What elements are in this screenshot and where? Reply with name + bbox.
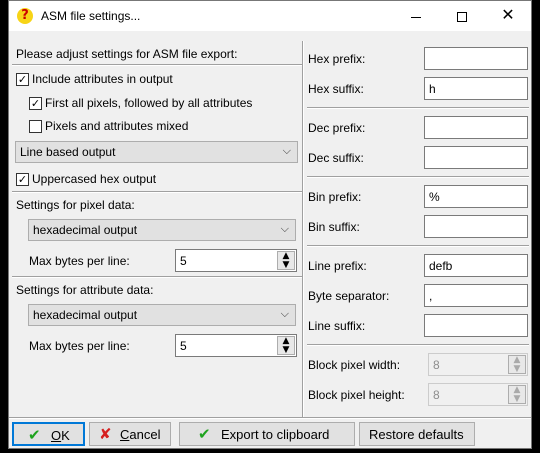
hex-prefix-value[interactable] (425, 48, 527, 69)
divider (307, 344, 529, 346)
uppercased-checkbox[interactable]: ✓ (16, 173, 29, 186)
output-mode-select[interactable]: Line based output ⌵ (15, 141, 298, 163)
bin-prefix-input[interactable] (424, 185, 528, 208)
hex-prefix-label: Hex prefix: (308, 52, 366, 66)
chevron-down-icon: ⌵ (280, 307, 289, 320)
close-button[interactable]: ✕ (485, 1, 531, 31)
divider (307, 107, 529, 109)
bin-suffix-label: Bin suffix: (308, 220, 360, 234)
vertical-divider (302, 41, 304, 418)
check-icon: ✔ (198, 425, 211, 443)
divider (9, 417, 531, 419)
divider (307, 245, 529, 247)
spin-stepper-icon[interactable]: ▲ ▼ (277, 251, 295, 270)
hex-prefix-input[interactable] (424, 47, 528, 70)
pixel-max-label: Max bytes per line: (29, 254, 130, 268)
title-bar: ? ASM file settings... ✕ (9, 1, 531, 31)
minimize-icon (411, 16, 421, 18)
check-icon: ✔ (28, 426, 41, 444)
attr-format-value: hexadecimal output (33, 308, 138, 322)
export-clipboard-button[interactable]: ✔ Export to clipboard (179, 422, 355, 446)
block-height-label: Block pixel height: (308, 388, 405, 402)
mixed-label: Pixels and attributes mixed (45, 119, 189, 133)
export-label: Export to clipboard (221, 427, 330, 442)
intro-label: Please adjust settings for ASM file expo… (16, 47, 238, 61)
cross-icon: ✘ (99, 425, 112, 443)
line-prefix-label: Line prefix: (308, 259, 367, 273)
attr-section-label: Settings for attribute data: (16, 283, 154, 297)
attr-max-bytes-input[interactable]: ▲▼ (175, 334, 297, 357)
spin-stepper-icon: ▲ ▼ (508, 355, 526, 374)
divider (12, 191, 302, 193)
dec-prefix-input[interactable] (424, 116, 528, 139)
block-height-input[interactable]: ▲▼ (428, 383, 528, 406)
line-suffix-label: Line suffix: (308, 319, 366, 333)
bin-prefix-value[interactable] (425, 186, 527, 207)
dec-suffix-value[interactable] (425, 147, 527, 168)
hex-suffix-label: Hex suffix: (308, 82, 364, 96)
restore-label: Restore defaults (369, 427, 464, 442)
cancel-button[interactable]: ✘ Cancel (89, 422, 171, 446)
ok-button[interactable]: ✔ OK (12, 422, 85, 446)
hex-suffix-input[interactable] (424, 77, 528, 100)
dec-prefix-value[interactable] (425, 117, 527, 138)
bin-suffix-input[interactable] (424, 215, 528, 238)
divider (12, 276, 302, 278)
uppercased-label: Uppercased hex output (32, 172, 157, 186)
restore-defaults-button[interactable]: Restore defaults (359, 422, 475, 446)
first-pixels-label: First all pixels, followed by all attrib… (45, 96, 253, 110)
chevron-down-icon: ⌵ (280, 222, 289, 235)
include-attributes-label: Include attributes in output (32, 72, 173, 86)
pixel-max-bytes-input[interactable]: ▲▼ (175, 249, 297, 272)
byte-separator-input[interactable] (424, 284, 528, 307)
minimize-button[interactable] (393, 1, 439, 31)
line-prefix-value[interactable] (425, 255, 527, 276)
block-width-input[interactable]: ▲▼ (428, 353, 528, 376)
spin-stepper-icon[interactable]: ▲ ▼ (277, 336, 295, 355)
hex-suffix-value[interactable] (425, 78, 527, 99)
line-suffix-input[interactable] (424, 314, 528, 337)
asm-settings-dialog: ? ASM file settings... ✕ Please adjust s… (8, 0, 532, 449)
output-mode-value: Line based output (20, 145, 116, 159)
maximize-icon (457, 12, 467, 23)
maximize-button[interactable] (439, 1, 485, 31)
bin-suffix-value[interactable] (425, 216, 527, 237)
line-suffix-value[interactable] (425, 315, 527, 336)
window-title: ASM file settings... (41, 9, 141, 23)
bin-prefix-label: Bin prefix: (308, 190, 362, 204)
dec-suffix-label: Dec suffix: (308, 151, 364, 165)
pixel-section-label: Settings for pixel data: (16, 198, 135, 212)
first-pixels-checkbox[interactable]: ✓ (29, 97, 42, 110)
chevron-down-icon: ⌵ (282, 144, 291, 157)
block-width-label: Block pixel width: (308, 358, 401, 372)
byte-separator-value[interactable] (425, 285, 527, 306)
dec-prefix-label: Dec prefix: (308, 121, 366, 135)
byte-separator-label: Byte separator: (308, 289, 390, 303)
attr-format-select[interactable]: hexadecimal output ⌵ (28, 304, 296, 326)
spin-stepper-icon: ▲ ▼ (508, 385, 526, 404)
cancel-label: Cancel (120, 427, 161, 442)
close-icon: ✕ (501, 7, 515, 24)
ok-label: OK (51, 428, 70, 443)
pixel-format-value: hexadecimal output (33, 223, 138, 237)
attr-max-label: Max bytes per line: (29, 339, 130, 353)
pixel-format-select[interactable]: hexadecimal output ⌵ (28, 219, 296, 241)
mixed-checkbox[interactable] (29, 120, 42, 133)
line-prefix-input[interactable] (424, 254, 528, 277)
divider (12, 64, 302, 66)
dec-suffix-input[interactable] (424, 146, 528, 169)
question-icon: ? (17, 8, 33, 24)
include-attributes-checkbox[interactable]: ✓ (16, 73, 29, 86)
divider (307, 176, 529, 178)
